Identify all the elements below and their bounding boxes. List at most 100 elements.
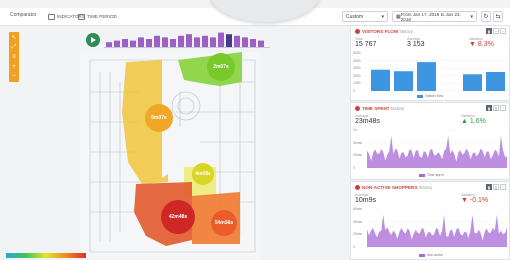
non-active-panel: NON-ACTIVE SHOPPERS history ▮ ▯ ⋮ Averag… [350,181,510,260]
period-select[interactable]: Custom ▾ [342,11,388,22]
zone-bubble-orange[interactable]: 54m56s [211,210,237,236]
time-variation-value: ▲ 1.6% [461,118,486,125]
flow-legend: Visitors flow [417,94,443,98]
non-active-average-value: 10m9s [355,197,377,204]
flow-y-tick: 1000 [353,81,361,86]
zone-bubble-lime[interactable]: 4m08s [192,163,214,185]
refresh-button[interactable]: ↻ [481,11,491,22]
area-y-tick: 20min [353,153,363,158]
layers-icon[interactable]: ≡ [12,54,16,60]
timeline-bar [138,37,144,47]
timeline-bar [114,40,120,47]
zone-orange-label: 54m56s [214,220,234,226]
visitors-flow-panel: VISITORS FLOW history ▮ ~ ⋮ Total 15 767… [350,25,510,101]
visitors-flow-chart [367,53,507,92]
time-period-label: TIME PERIOD [87,14,117,19]
heat-scale [6,253,86,258]
time-spent-title: TIME SPENT history [355,106,404,112]
alert-icon [355,185,360,191]
date-chevron-icon: ▾ [470,13,473,20]
flow-total-value: 15 767 [355,41,377,48]
area-y-tick: 0 [353,166,355,170]
timeline-bar [194,37,200,47]
flow-y-tick: 2000 [353,73,361,78]
fullscreen-icon[interactable]: ⤢ [12,44,17,50]
non-active-chart [367,209,507,248]
area-view-button[interactable]: ▮ [486,105,492,111]
comparator-label: Comparator [10,12,37,18]
timeline-bar [226,34,232,47]
timeline-histogram[interactable] [104,30,270,52]
bar-view-button[interactable]: ▯ [493,105,499,111]
zoom-out-icon[interactable]: − [12,73,16,79]
flow-bar [371,69,390,91]
more-button[interactable]: ⋮ [500,184,506,190]
timeline-bar [178,35,184,47]
time-spent-controls: ▮ ▯ ⋮ [486,105,506,111]
time-period-button[interactable]: TIME PERIOD [78,11,117,22]
calendar-icon [78,13,85,20]
date-range-picker[interactable]: ▦ From Jan 17, 2018 to Jan 23, 2018 ▾ [392,11,477,22]
share-icon: ⇆ [495,14,501,20]
flow-bar [486,72,505,91]
time-average-value: 23m48s [355,118,380,125]
area-view-button[interactable]: ▮ [486,184,492,190]
visitors-flow-controls: ▮ ~ ⋮ [486,28,506,34]
pointer-icon[interactable]: ↖ [11,35,16,41]
area-series [367,214,507,247]
zone-red-label: 42m48s [168,214,188,220]
indicators-icon [48,13,55,20]
flow-y-tick: 3000 [353,66,361,71]
area-y-tick: 40min [353,219,363,224]
time-legend: Time spent [419,173,444,177]
timeline-bar [146,39,152,47]
more-button[interactable]: ⋮ [500,28,506,34]
time-spent-chart [367,130,507,169]
alert-icon [355,106,360,112]
line-view-button[interactable]: ~ [493,28,499,34]
play-button[interactable] [86,33,100,47]
bar-view-button[interactable]: ▯ [493,184,499,190]
area-y-tick: 60min [353,207,363,211]
alert-icon [355,29,360,35]
app-root: Comparator INDICATORS TIME PERIOD Custom… [0,0,510,260]
timeline-bar [250,39,256,47]
flow-bar [417,62,436,91]
zone-bubble-yellow[interactable]: 5m07s [145,104,173,132]
timeline-bar [242,37,248,47]
share-button[interactable]: ⇆ [493,11,503,22]
timeline-bar [106,42,112,47]
area-series [367,135,507,168]
zone-yellow-label: 5m07s [151,115,167,121]
timeline-axis [104,47,270,48]
date-range-label: From Jan 17, 2018 to Jan 23, 2018 [400,11,461,22]
area-y-tick: 20min [353,232,363,237]
non-active-variation-value: ▼ -0.1% [461,197,489,204]
timeline-bar [258,40,264,47]
flow-y-tick: 0 [353,89,355,93]
timeline-bar [234,35,240,47]
zoom-in-icon[interactable]: + [12,64,16,70]
timeline-bar [202,35,208,47]
non-active-controls: ▮ ▯ ⋮ [486,184,506,190]
bar-view-button[interactable]: ▮ [486,28,492,34]
timeline-bar [122,39,128,47]
more-button[interactable]: ⋮ [500,105,506,111]
area-y-tick: 1h [353,128,357,132]
timeline-bar [162,37,168,47]
timeline-bar [210,37,216,47]
flow-y-tick: 4000 [353,58,361,63]
zone-bubble-red[interactable]: 42m48s [161,200,195,234]
zone-green-label: 2m07s [213,64,229,70]
time-spent-panel: TIME SPENT history ▮ ▯ ⋮ Average 23m48s … [350,102,510,180]
zone-lime-label: 4m08s [195,171,211,177]
map-tools: ↖ ⤢ ≡ + − [9,32,19,82]
zone-bubble-green[interactable]: 2m07s [207,53,235,81]
flow-bar [463,74,482,91]
area-y-tick: 0 [353,245,355,249]
refresh-icon: ↻ [483,14,489,20]
non-active-legend: Non-active [419,253,443,257]
timeline-bar [154,35,160,47]
non-active-title: NON-ACTIVE SHOPPERS history [355,185,432,191]
timeline-bar [170,39,176,47]
